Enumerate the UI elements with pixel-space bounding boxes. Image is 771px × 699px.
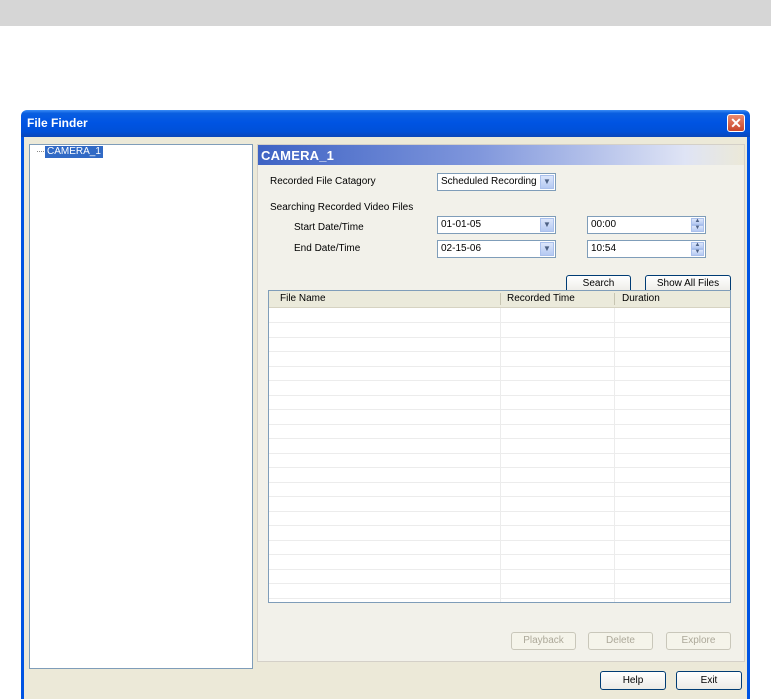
arrow-up-icon[interactable]: ▲ [691,218,704,225]
end-time-spinner[interactable]: 10:54 ▲ ▼ [587,240,706,258]
start-time-spinner[interactable]: 00:00 ▲ ▼ [587,216,706,234]
grid-column-line [500,308,501,602]
panel-header: CAMERA_1 [258,145,744,165]
exit-button[interactable]: Exit [676,671,742,690]
grid-row-line [269,380,730,381]
playback-button[interactable]: Playback [511,632,576,650]
grid-row-line [269,569,730,570]
camera-tree[interactable]: CAMERA_1 [29,144,253,669]
close-icon[interactable]: ✕ [727,114,745,132]
panel-header-title: CAMERA_1 [261,148,335,163]
list-body[interactable] [269,308,730,602]
tree-connector [37,151,44,152]
grid-row-line [269,351,730,352]
column-recorded-time[interactable]: Recorded Time [507,293,575,304]
dialog-body: CAMERA_1 CAMERA_1 Recorded File Catagory… [21,137,750,699]
title-bar[interactable]: File Finder ✕ [21,110,750,137]
chevron-down-icon[interactable]: ▼ [540,218,554,232]
grid-row-line [269,322,730,323]
grid-row-line [269,424,730,425]
delete-button[interactable]: Delete [588,632,653,650]
end-datetime-label: End Date/Time [294,243,361,254]
end-time-value: 10:54 [591,243,617,254]
search-section-label: Searching Recorded Video Files [270,202,414,213]
column-file-name[interactable]: File Name [280,293,326,304]
start-datetime-label: Start Date/Time [294,222,364,233]
grid-row-line [269,540,730,541]
tree-item-camera-1[interactable]: CAMERA_1 [45,146,103,158]
grid-row-line [269,511,730,512]
grid-row-line [269,395,730,396]
chevron-down-icon[interactable]: ▼ [540,175,554,189]
list-header: File Name Recorded Time Duration [269,291,730,308]
column-duration[interactable]: Duration [622,293,660,304]
start-date-value: 01-01-05 [441,219,482,230]
explore-button[interactable]: Explore [666,632,731,650]
grid-row-line [269,482,730,483]
top-strip [0,0,771,26]
grid-row-line [269,583,730,584]
arrow-down-icon[interactable]: ▼ [691,249,704,256]
grid-row-line [269,598,730,599]
end-date-picker[interactable]: 02-15-06 ▼ [437,240,556,258]
grid-row-line [269,525,730,526]
grid-row-line [269,366,730,367]
category-label: Recorded File Catagory [270,176,376,187]
grid-row-line [269,496,730,497]
column-separator[interactable] [500,293,501,305]
grid-row-line [269,409,730,410]
grid-row-line [269,467,730,468]
grid-row-line [269,453,730,454]
grid-row-line [269,438,730,439]
column-separator[interactable] [614,293,615,305]
grid-column-line [614,308,615,602]
file-finder-window: File Finder ✕ CAMERA_1 CAMERA_1 Recorded… [21,110,750,699]
arrow-down-icon[interactable]: ▼ [691,225,704,232]
start-time-value: 00:00 [591,219,617,230]
grid-row-line [269,337,730,338]
category-select-value: Scheduled Recording [441,176,537,187]
help-button[interactable]: Help [600,671,666,690]
window-title: File Finder [27,116,88,130]
arrow-up-icon[interactable]: ▲ [691,242,704,249]
grid-row-line [269,554,730,555]
chevron-down-icon[interactable]: ▼ [540,242,554,256]
camera-panel: CAMERA_1 Recorded File Catagory Schedule… [257,144,745,662]
start-date-picker[interactable]: 01-01-05 ▼ [437,216,556,234]
end-date-value: 02-15-06 [441,243,482,254]
category-select[interactable]: Scheduled Recording ▼ [437,173,556,191]
recorded-files-list[interactable]: File Name Recorded Time Duration [268,290,731,603]
